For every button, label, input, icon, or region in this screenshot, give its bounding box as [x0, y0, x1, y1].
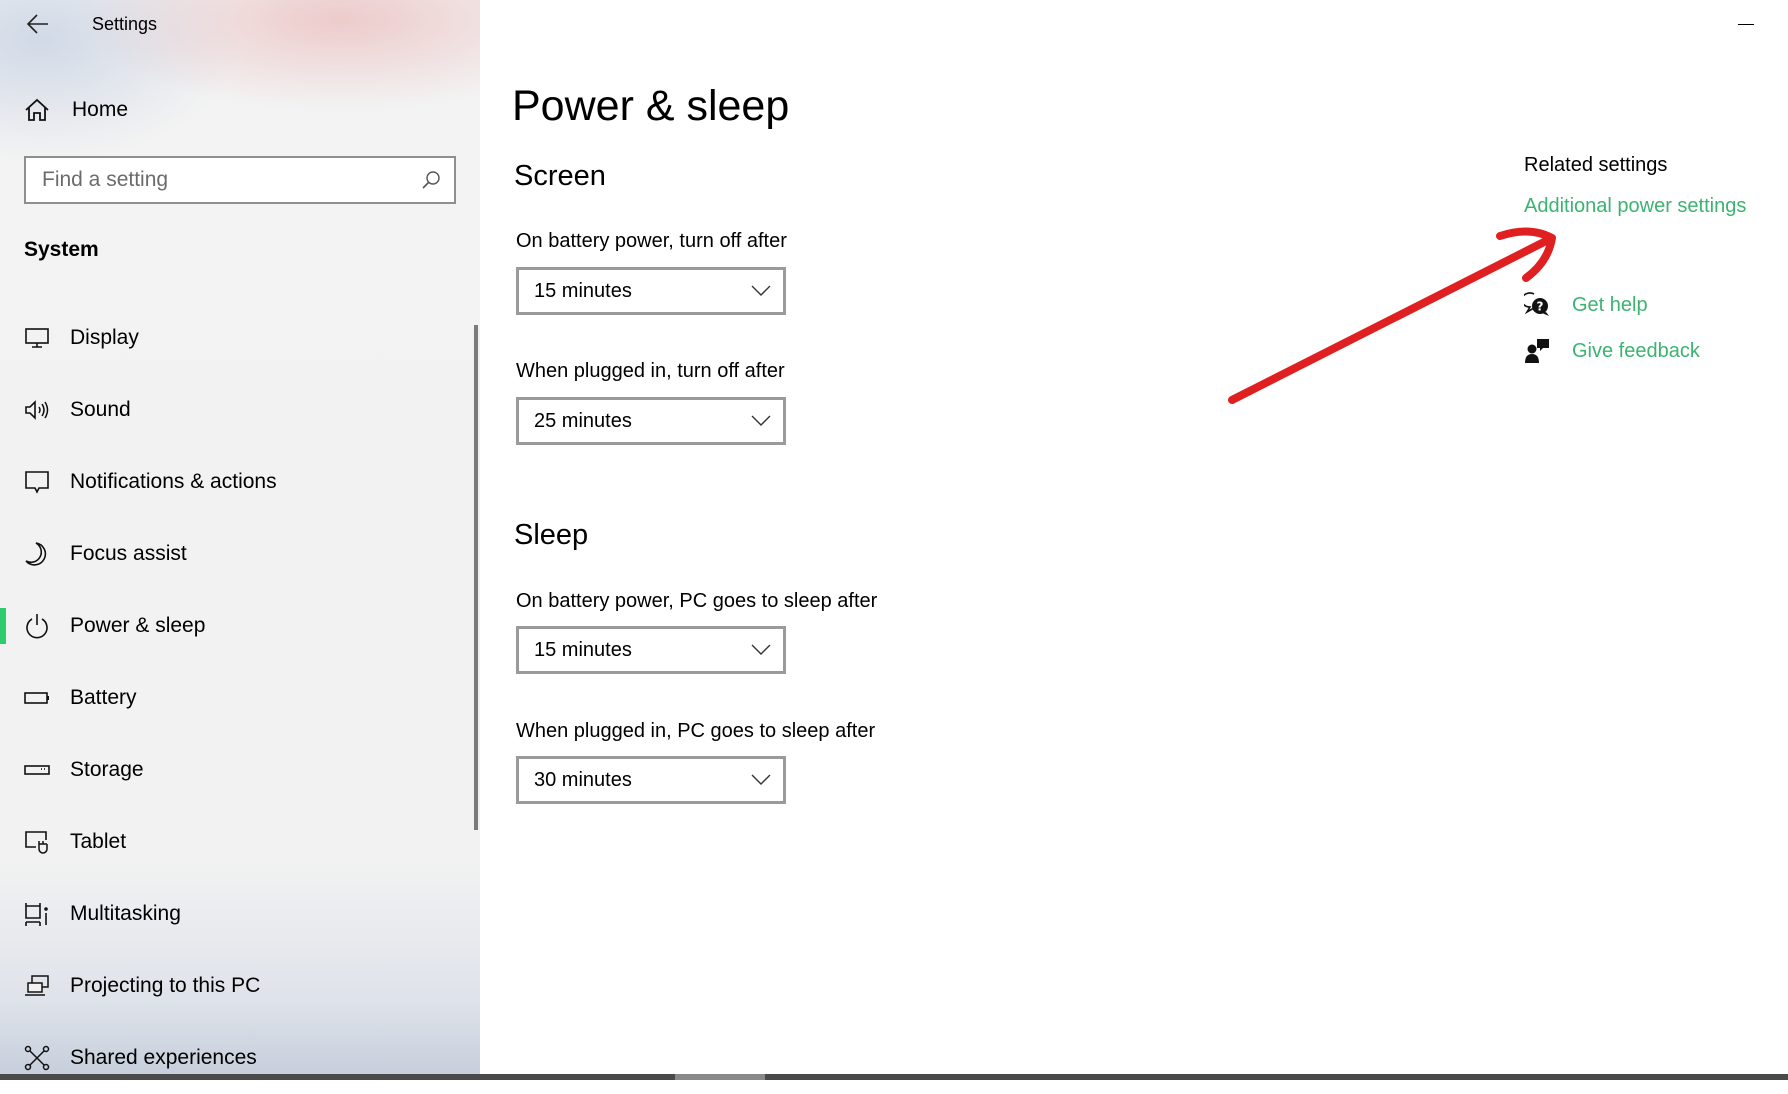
sleep-plugged-dropdown[interactable]: 30 minutes	[516, 756, 786, 804]
additional-power-settings-link[interactable]: Additional power settings	[1524, 195, 1746, 218]
arrow-head	[1496, 227, 1556, 282]
sidebar-item-notifications[interactable]: Notifications & actions	[0, 446, 470, 518]
battery-icon	[24, 692, 49, 704]
multitasking-icon	[25, 903, 48, 926]
search-input[interactable]	[26, 157, 420, 203]
sidebar-item-label: Multitasking	[70, 902, 181, 925]
chevron-down-icon	[751, 774, 771, 785]
scrollbar-thumb[interactable]	[675, 1074, 765, 1080]
related-settings-title: Related settings	[1524, 154, 1668, 176]
speaker-icon	[25, 400, 49, 420]
sidebar-item-battery[interactable]: Battery	[0, 662, 470, 734]
storage-icon	[24, 765, 50, 775]
help-chat-icon: ?	[1524, 292, 1549, 316]
arrow-left-icon	[26, 14, 48, 34]
sleep-battery-dropdown[interactable]: 15 minutes	[516, 626, 786, 674]
projecting-icon	[25, 975, 49, 996]
page-title: Power & sleep	[512, 82, 790, 130]
app-title: Settings	[92, 14, 158, 34]
get-help-label: Get help	[1572, 293, 1648, 316]
dropdown-value: 25 minutes	[534, 410, 632, 432]
sidebar-item-label: Sound	[70, 398, 131, 421]
monitor-icon	[25, 328, 49, 348]
chevron-down-icon	[751, 285, 771, 296]
dropdown-value: 30 minutes	[534, 769, 632, 791]
sidebar-item-power-sleep[interactable]: Power & sleep	[0, 590, 470, 662]
dropdown-value: 15 minutes	[534, 639, 632, 661]
screen-plugged-dropdown[interactable]: 25 minutes	[516, 397, 786, 445]
svg-text:?: ?	[1537, 300, 1544, 314]
feedback-icon	[1525, 339, 1549, 363]
sidebar-item-label: Tablet	[70, 830, 127, 853]
get-help-link[interactable]: ? Get help	[1524, 292, 1648, 318]
shared-experiences-icon	[24, 1045, 50, 1071]
sidebar-item-multitasking[interactable]: Multitasking	[0, 878, 470, 950]
search-icon[interactable]	[420, 169, 442, 191]
section-label-system: System	[24, 238, 99, 261]
search-box[interactable]	[24, 156, 456, 204]
sidebar-item-label: Battery	[70, 686, 137, 709]
chevron-down-icon	[751, 415, 771, 426]
bottom-scrollbar[interactable]	[0, 1074, 1788, 1080]
section-heading-sleep: Sleep	[514, 519, 589, 551]
sidebar-nav: Display Sound Notifications & actions Fo…	[0, 302, 470, 1094]
arrow-shaft	[1228, 236, 1552, 404]
sidebar-item-projecting[interactable]: Projecting to this PC	[0, 950, 470, 1022]
give-feedback-link[interactable]: Give feedback	[1524, 338, 1700, 364]
notification-icon	[25, 471, 49, 494]
sidebar-home[interactable]: Home	[24, 94, 128, 126]
sidebar-item-storage[interactable]: Storage	[0, 734, 470, 806]
minimize-button[interactable]	[1724, 14, 1768, 36]
setting-label: On battery power, turn off after	[516, 230, 787, 252]
dropdown-value: 15 minutes	[534, 280, 632, 302]
back-button[interactable]	[24, 10, 52, 38]
selected-indicator	[0, 608, 6, 644]
home-label: Home	[72, 98, 129, 121]
sidebar-item-label: Focus assist	[70, 542, 187, 565]
sidebar-item-label: Storage	[70, 758, 144, 781]
sidebar-item-focus-assist[interactable]: Focus assist	[0, 518, 470, 590]
screen-battery-dropdown[interactable]: 15 minutes	[516, 267, 786, 315]
sidebar-item-label: Display	[70, 326, 139, 349]
sidebar-scrollbar[interactable]	[474, 325, 478, 830]
give-feedback-label: Give feedback	[1572, 339, 1700, 362]
moon-icon	[25, 542, 47, 566]
setting-label: When plugged in, PC goes to sleep after	[516, 720, 876, 742]
sidebar: Settings Home System Display Sound Notif…	[0, 0, 480, 1074]
sidebar-item-tablet[interactable]: Tablet	[0, 806, 470, 878]
chevron-down-icon	[751, 644, 771, 655]
home-icon	[25, 98, 49, 121]
setting-label: On battery power, PC goes to sleep after	[516, 590, 878, 612]
power-icon	[26, 614, 48, 639]
sidebar-item-label: Notifications & actions	[70, 470, 277, 493]
setting-label: When plugged in, turn off after	[516, 360, 785, 382]
sidebar-item-display[interactable]: Display	[0, 302, 470, 374]
minimize-icon	[1738, 24, 1754, 25]
sidebar-item-label: Power & sleep	[70, 614, 206, 637]
sidebar-item-label: Projecting to this PC	[70, 974, 261, 997]
sidebar-item-shared-experiences[interactable]: Shared experiences	[0, 1022, 470, 1094]
tablet-icon	[25, 831, 48, 854]
sidebar-item-label: Shared experiences	[70, 1046, 257, 1069]
section-heading-screen: Screen	[514, 160, 606, 192]
sidebar-item-sound[interactable]: Sound	[0, 374, 470, 446]
